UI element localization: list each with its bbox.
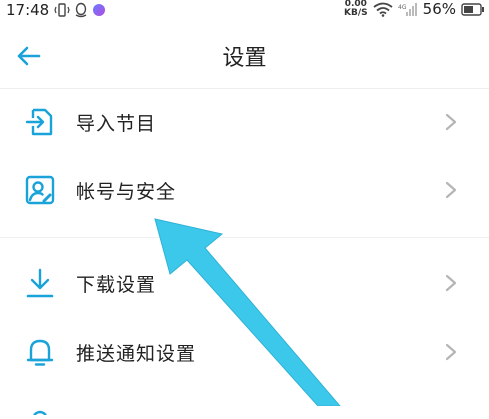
bell-icon — [26, 339, 54, 366]
settings-item-account-security[interactable]: 帐号与安全 — [0, 157, 489, 223]
download-icon — [26, 268, 54, 298]
page-title: 设置 — [222, 46, 267, 71]
settings-item-push-notification[interactable]: 推送通知设置 — [0, 319, 489, 385]
settings-item-label: 下载设置 — [76, 274, 157, 296]
account-security-icon — [25, 175, 55, 205]
status-left-icons — [54, 2, 106, 18]
section-divider — [0, 237, 489, 238]
vibrate-icon — [54, 3, 70, 17]
chevron-right-icon — [445, 343, 457, 361]
wifi-icon — [373, 2, 393, 17]
status-time: 17:48 — [6, 1, 50, 19]
battery-icon — [461, 2, 484, 16]
import-icon — [25, 108, 53, 136]
battery-percent: 56% — [422, 0, 456, 18]
settings-item-download[interactable]: 下载设置 — [0, 250, 489, 316]
chevron-right-icon — [445, 274, 457, 292]
settings-item-label: 帐号与安全 — [76, 181, 177, 203]
settings-item-partial — [24, 400, 56, 416]
cellular-signal-icon: 4G — [398, 2, 417, 16]
chevron-right-icon — [445, 181, 457, 199]
signal-label: 4G — [398, 4, 407, 11]
app-notification-icon — [93, 4, 105, 16]
status-bar: 17:48 0.00 KB/S 4G 56% — [0, 0, 489, 22]
settings-item-import[interactable]: 导入节目 — [0, 89, 489, 155]
partial-row-icon — [33, 410, 47, 416]
chevron-right-icon — [445, 113, 457, 131]
qq-icon — [75, 2, 87, 18]
status-right-icons: 0.00 KB/S 4G 56% — [344, 0, 485, 18]
network-speed-unit: KB/S — [344, 8, 368, 18]
network-speed: 0.00 KB/S — [344, 0, 368, 18]
settings-item-label: 导入节目 — [76, 113, 157, 135]
app-header: 设置 — [0, 22, 489, 89]
settings-item-label: 推送通知设置 — [76, 343, 197, 365]
